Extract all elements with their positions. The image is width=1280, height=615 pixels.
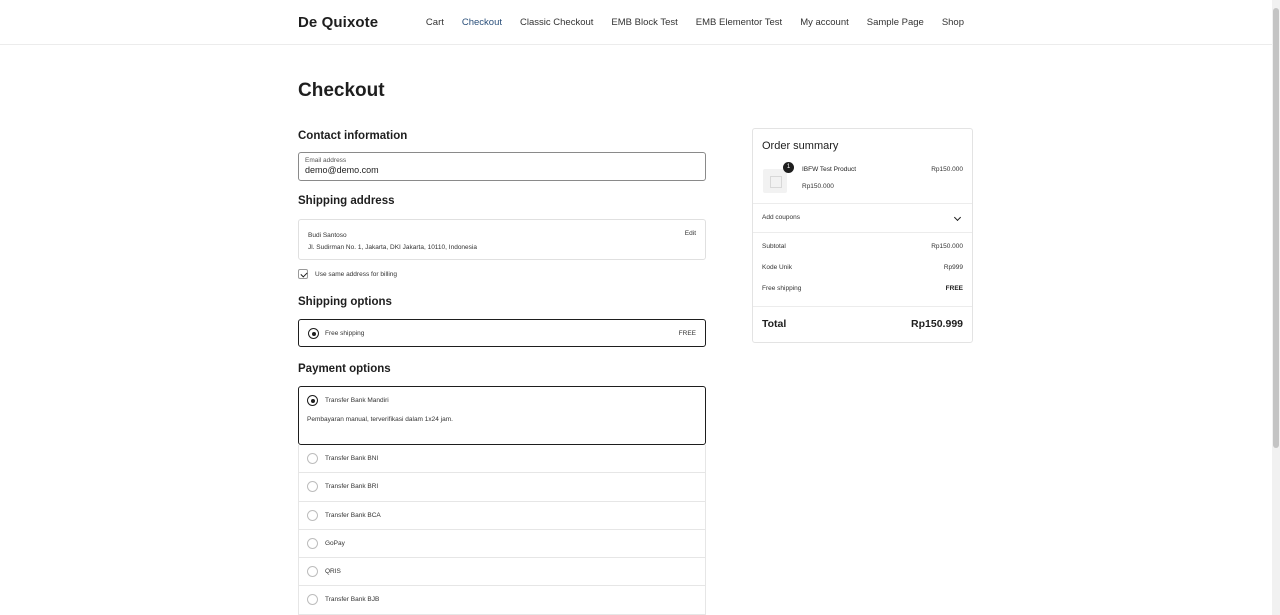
payment-options-title: Payment options — [298, 363, 391, 375]
payment-option-gopay[interactable]: GoPay — [298, 529, 706, 559]
payment-option-label: Transfer Bank BCA — [325, 511, 381, 519]
contact-section-title: Contact information — [298, 130, 408, 142]
quantity-badge: 1 — [783, 162, 794, 173]
shipping-fee-value: FREE — [945, 285, 963, 292]
shipping-option-label: Free shipping — [325, 330, 365, 337]
edit-address-link[interactable]: Edit — [685, 230, 696, 237]
payment-option-radio[interactable] — [307, 537, 318, 549]
shipping-options-title: Shipping options — [298, 296, 392, 308]
payment-option-label: Transfer Bank BJB — [325, 596, 380, 604]
payment-options-list: Transfer Bank BNI Transfer Bank BRI Tran… — [298, 445, 706, 615]
payment-option-radio[interactable] — [307, 395, 318, 406]
product-name: IBFW Test Product — [802, 166, 857, 173]
product-line-total: Rp150.000 — [931, 166, 963, 173]
page-title: Checkout — [298, 80, 385, 101]
nav-item-classic-checkout[interactable]: Classic Checkout — [520, 17, 593, 28]
payment-option-radio[interactable] — [307, 481, 318, 493]
chevron-down-icon[interactable] — [953, 213, 962, 222]
billing-same-address-row[interactable]: Use same address for billing — [298, 269, 397, 279]
billing-same-address-label: Use same address for billing — [315, 270, 398, 278]
nav-item-shop[interactable]: Shop — [942, 17, 964, 28]
scrollbar-thumb[interactable] — [1273, 8, 1279, 448]
nav-item-cart[interactable]: Cart — [426, 17, 444, 28]
nav-item-my-account[interactable]: My account — [800, 17, 849, 28]
summary-divider — [753, 306, 972, 307]
payment-option-radio[interactable] — [307, 453, 318, 464]
site-title-link[interactable]: De Quixote — [298, 14, 378, 31]
site-header: De Quixote Cart Checkout Classic Checkou… — [0, 0, 1272, 45]
shipping-fee-label: Free shipping — [762, 285, 802, 292]
subtotal-label: Subtotal — [762, 243, 786, 250]
nav-item-emb-block-test[interactable]: EMB Block Test — [611, 17, 677, 28]
shipping-option-price: FREE — [678, 330, 696, 337]
nav-item-emb-elementor-test[interactable]: EMB Elementor Test — [696, 17, 782, 28]
payment-option-label: Transfer Bank BRI — [325, 483, 379, 491]
payment-option-bri[interactable]: Transfer Bank BRI — [298, 473, 706, 502]
email-field[interactable]: Email address demo@demo.com — [298, 152, 706, 181]
address-line: Jl. Sudirman No. 1, Jakarta, DKI Jakarta… — [308, 244, 477, 251]
main-nav: Cart Checkout Classic Checkout EMB Block… — [426, 17, 964, 28]
nav-item-sample-page[interactable]: Sample Page — [867, 17, 924, 28]
payment-option-label: GoPay — [325, 539, 345, 547]
payment-option-label: Transfer Bank Mandiri — [325, 397, 389, 404]
shipping-address-title: Shipping address — [298, 195, 395, 207]
payment-option-radio[interactable] — [307, 566, 318, 578]
payment-option-bca[interactable]: Transfer Bank BCA — [298, 501, 706, 530]
payment-option-bni[interactable]: Transfer Bank BNI — [298, 445, 706, 474]
email-field-label: Email address — [305, 157, 347, 164]
total-label: Total — [762, 318, 787, 330]
payment-option-label: QRIS — [325, 568, 341, 576]
email-field-value[interactable]: demo@demo.com — [305, 165, 699, 176]
summary-divider — [753, 203, 972, 204]
payment-option-bjb[interactable]: Transfer Bank BJB — [298, 586, 706, 615]
subtotal-value: Rp150.000 — [931, 243, 963, 250]
shipping-address-card: Budi Santoso Jl. Sudirman No. 1, Jakarta… — [298, 219, 706, 260]
payment-option-mandiri[interactable]: Transfer Bank Mandiri Pembayaran manual,… — [298, 386, 706, 445]
product-image-placeholder-icon — [763, 169, 787, 193]
shipping-option-free[interactable]: Free shipping FREE — [298, 319, 706, 347]
payment-option-qris[interactable]: QRIS — [298, 558, 706, 587]
page-scrollbar[interactable] — [1272, 0, 1280, 615]
payment-option-radio[interactable] — [307, 509, 318, 521]
payment-option-radio[interactable] — [307, 594, 318, 606]
order-summary: Order summary 1 IBFW Test Product Rp150.… — [752, 128, 973, 343]
add-coupons-toggle[interactable]: Add coupons — [762, 214, 800, 221]
shipping-option-radio[interactable] — [308, 328, 319, 339]
total-value: Rp150.999 — [911, 318, 963, 330]
payment-option-description: Pembayaran manual, terverifikasi dalam 1… — [307, 416, 453, 423]
kode-unik-label: Kode Unik — [762, 264, 792, 271]
kode-unik-value: Rp999 — [943, 264, 963, 271]
payment-option-label: Transfer Bank BNI — [325, 455, 379, 462]
billing-same-address-checkbox[interactable] — [298, 269, 308, 279]
summary-divider — [753, 232, 972, 233]
order-summary-title: Order summary — [762, 140, 839, 152]
address-name: Budi Santoso — [308, 232, 347, 239]
product-unit-price: Rp150.000 — [802, 183, 834, 190]
nav-item-checkout[interactable]: Checkout — [462, 17, 502, 28]
